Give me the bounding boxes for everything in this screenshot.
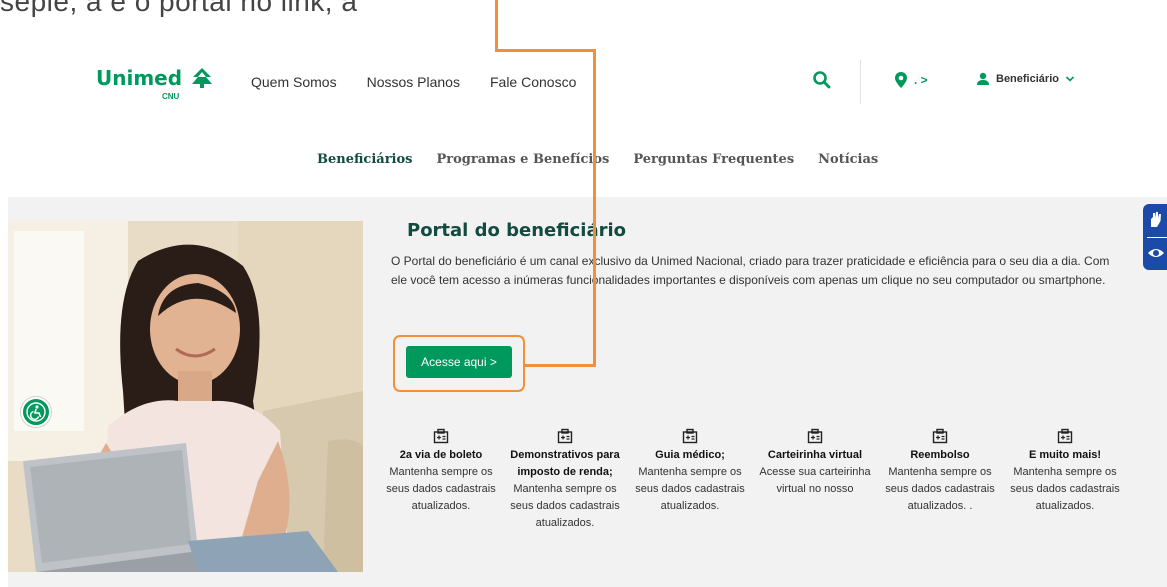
feature-title: Guia médico; (655, 449, 725, 461)
feature-title: Reembolso (910, 449, 970, 461)
top-cropped-text: sepie, a e o portal no link, a (0, 0, 358, 17)
user-menu[interactable]: Beneficiário (976, 72, 1075, 86)
search-icon[interactable] (812, 70, 832, 90)
nav-item-quem-somos[interactable]: Quem Somos (251, 74, 337, 90)
location-pin-icon (895, 72, 907, 88)
id-card-icon (932, 428, 948, 444)
portal-description: O Portal do beneficiário é um canal excl… (391, 254, 1110, 287)
unimed-logo[interactable]: Unimed CNU (96, 66, 220, 102)
feature-description: Mantenha sempre os seus dados cadastrais… (1010, 466, 1120, 512)
sign-language-icon[interactable] (1148, 211, 1164, 229)
annotation-line (495, 49, 596, 52)
feature-title: 2a via de boleto (399, 449, 483, 461)
id-card-icon (557, 428, 573, 444)
annotation-line (525, 364, 596, 367)
id-card-icon (1057, 428, 1073, 444)
feature-title: Carteirinha virtual (767, 449, 863, 461)
access-portal-button[interactable]: Acesse aqui > (406, 346, 512, 378)
feature-description: Mantenha sempre os seus dados cadastrais… (386, 466, 496, 512)
site-header: Unimed CNU Quem Somos Nossos Planos Fale… (0, 40, 1167, 128)
tree-logo-icon (192, 68, 212, 88)
feature-description: Acesse sua carteirinha virtual no nosso (759, 466, 871, 495)
chevron-down-icon (1065, 76, 1075, 82)
hero-photo (8, 221, 363, 572)
id-card-icon (682, 428, 698, 444)
features-list: 2a via de boleto Mantenha sempre os seus… (383, 428, 1131, 587)
side-toolbar-divider (1147, 237, 1167, 238)
feature-description: Mantenha sempre os seus dados cadastrais… (635, 466, 745, 512)
location-label: . > (914, 73, 928, 87)
section-nav: Beneficiários Programas e Benefícios Per… (317, 152, 878, 167)
id-card-icon (807, 428, 823, 444)
feature-title: Demonstrativos para imposto de renda; (510, 449, 620, 478)
feature-item[interactable]: Demonstrativos para imposto de renda; Ma… (507, 428, 623, 532)
logo-subtitle: CNU (162, 92, 180, 101)
user-menu-label: Beneficiário (996, 73, 1059, 85)
main-nav: Quem Somos Nossos Planos Fale Conosco (251, 74, 576, 90)
accessibility-button[interactable] (21, 397, 51, 427)
nav-item-fale-conosco[interactable]: Fale Conosco (490, 74, 576, 90)
tab-beneficiarios[interactable]: Beneficiários (317, 152, 413, 167)
feature-item[interactable]: Guia médico; Mantenha sempre os seus dad… (632, 428, 748, 515)
annotation-line (593, 52, 596, 366)
side-accessibility-toolbar[interactable] (1143, 204, 1167, 270)
id-card-icon (433, 428, 449, 444)
feature-item[interactable]: E muito mais! Mantenha sempre os seus da… (1007, 428, 1123, 515)
feature-item[interactable]: Reembolso Mantenha sempre os seus dados … (882, 428, 998, 515)
eye-icon[interactable] (1147, 246, 1165, 260)
tab-perguntas-frequentes[interactable]: Perguntas Frequentes (633, 152, 794, 167)
logo-wordmark: Unimed (96, 66, 183, 90)
nav-item-nossos-planos[interactable]: Nossos Planos (367, 74, 460, 90)
feature-description: Mantenha sempre os seus dados cadastrais… (885, 466, 995, 512)
accessibility-icon (26, 402, 46, 422)
feature-description: Mantenha sempre os seus dados cadastrais… (510, 483, 620, 529)
feature-title: E muito mais! (1028, 449, 1102, 461)
tab-noticias[interactable]: Notícias (818, 152, 878, 167)
location-selector[interactable]: . > (894, 71, 928, 89)
header-divider (860, 60, 861, 104)
tab-programas-e-beneficios[interactable]: Programas e Benefícios (437, 152, 610, 167)
feature-item[interactable]: 2a via de boleto Mantenha sempre os seus… (383, 428, 499, 515)
annotation-line (495, 0, 498, 52)
feature-item[interactable]: Carteirinha virtual Acesse sua carteirin… (757, 428, 873, 498)
user-icon (977, 72, 989, 85)
